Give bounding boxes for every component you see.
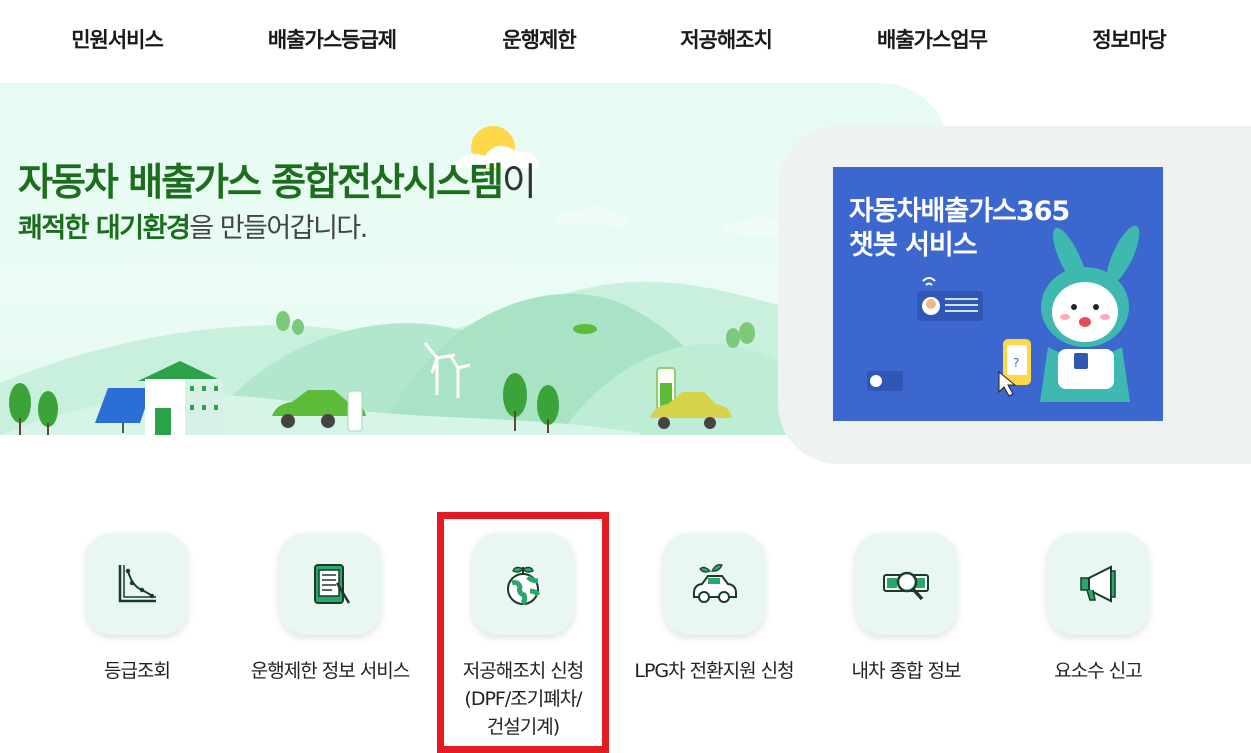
- hero-title-rest: 이: [501, 160, 537, 204]
- magnifier-car-icon: [883, 571, 929, 601]
- quick-menu-lpg-conversion[interactable]: LPG차 전환지원 신청: [624, 533, 804, 685]
- quick-menu-urea-report[interactable]: 요소수 신고: [1008, 533, 1188, 685]
- nav-item-operation-limit[interactable]: 운행제한: [502, 24, 576, 54]
- quick-menu-label: 내차 종합 정보: [851, 660, 962, 682]
- top-navigation: 민원서비스 배출가스등급제 운행제한 저공해조치 배출가스업무 정보마당: [0, 0, 1251, 80]
- eco-car-icon: [693, 564, 737, 603]
- quick-menu-tile: [86, 533, 188, 635]
- quick-menu-grade-lookup[interactable]: 등급조회: [47, 533, 227, 685]
- hero-title-strong: 자동차 배출가스 종합전산시스템: [18, 160, 504, 204]
- hero-sub-a: 쾌적한: [18, 213, 96, 244]
- chatbot-banner[interactable]: 자동차배출가스365 챗봇 서비스 ?: [833, 167, 1163, 421]
- hero-title: 자동차 배출가스 종합전산시스템이: [18, 151, 537, 206]
- graph-chart-icon: [118, 565, 156, 603]
- nav-item-emission-work[interactable]: 배출가스업무: [877, 24, 988, 54]
- nav-item-emission-grade[interactable]: 배출가스등급제: [268, 24, 397, 54]
- hero-sub-b: 을 만들어갑니다.: [189, 213, 368, 244]
- quick-menu-tile: [472, 533, 574, 635]
- chatbot-mascot-illustration: ?: [867, 225, 1140, 402]
- quick-menu-tile: [279, 533, 381, 635]
- tablet-document-icon: [314, 564, 351, 604]
- hero-subtitle: 쾌적한 대기환경을 만들어갑니다.: [18, 206, 368, 245]
- quick-menu-label: 등급조회: [104, 660, 171, 682]
- quick-menu-low-emission-application[interactable]: 저공해조치 신청 (DPF/조기폐차/ 건설기계): [433, 533, 613, 741]
- quick-menu-label: LPG차 전환지원 신청: [634, 660, 794, 682]
- earth-sprout-icon: [507, 566, 541, 606]
- quick-menu-label: 요소수 신고: [1054, 660, 1142, 682]
- quick-menu-my-car-info[interactable]: 내차 종합 정보: [816, 533, 996, 685]
- hero-sub-c: 대기환경: [95, 213, 191, 244]
- nav-item-info[interactable]: 정보마당: [1092, 24, 1166, 54]
- nav-item-civil-service[interactable]: 민원서비스: [71, 24, 164, 54]
- quick-menu-tile: [1047, 533, 1149, 635]
- megaphone-icon: [1080, 565, 1116, 603]
- nav-item-low-emission[interactable]: 저공해조치: [680, 24, 773, 54]
- quick-menu-tile: [663, 533, 765, 635]
- svg-text:?: ?: [1013, 356, 1019, 370]
- quick-menu-label: 저공해조치 신청 (DPF/조기폐차/ 건설기계): [462, 660, 584, 738]
- quick-menu-tile: [855, 533, 957, 635]
- quick-menu-label: 운행제한 정보 서비스: [250, 660, 410, 682]
- quick-menu-operation-info[interactable]: 운행제한 정보 서비스: [240, 533, 420, 685]
